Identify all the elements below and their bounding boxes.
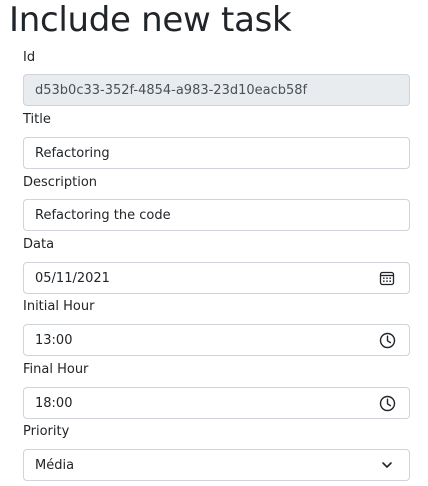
title-field[interactable]: Refactoring xyxy=(23,137,410,169)
id-label: Id xyxy=(23,50,36,65)
date-field[interactable]: 05/11/2021 xyxy=(23,262,410,294)
calendar-icon[interactable] xyxy=(378,269,396,287)
priority-select[interactable]: Média xyxy=(23,449,410,481)
id-value: d53b0c33-352f-4854-a983-23d10eacb58f xyxy=(35,82,308,98)
title-label: Title xyxy=(23,112,51,127)
priority-label: Priority xyxy=(23,424,70,439)
clock-icon[interactable] xyxy=(378,394,396,412)
page-title: Include new task xyxy=(9,0,292,40)
description-field[interactable]: Refactoring the code xyxy=(23,199,410,231)
title-value: Refactoring xyxy=(35,145,110,161)
priority-value: Média xyxy=(35,457,75,473)
date-value: 05/11/2021 xyxy=(35,270,110,286)
clock-icon[interactable] xyxy=(378,331,396,349)
date-label: Data xyxy=(23,237,55,252)
chevron-down-icon[interactable] xyxy=(378,456,396,474)
initial-hour-field[interactable]: 13:00 xyxy=(23,324,410,356)
id-field[interactable]: d53b0c33-352f-4854-a983-23d10eacb58f xyxy=(23,74,410,106)
initial-hour-label: Initial Hour xyxy=(23,299,95,314)
description-value: Refactoring the code xyxy=(35,207,171,223)
final-hour-field[interactable]: 18:00 xyxy=(23,387,410,419)
initial-hour-value: 13:00 xyxy=(35,332,73,348)
final-hour-value: 18:00 xyxy=(35,395,73,411)
description-label: Description xyxy=(23,175,98,190)
final-hour-label: Final Hour xyxy=(23,362,89,377)
